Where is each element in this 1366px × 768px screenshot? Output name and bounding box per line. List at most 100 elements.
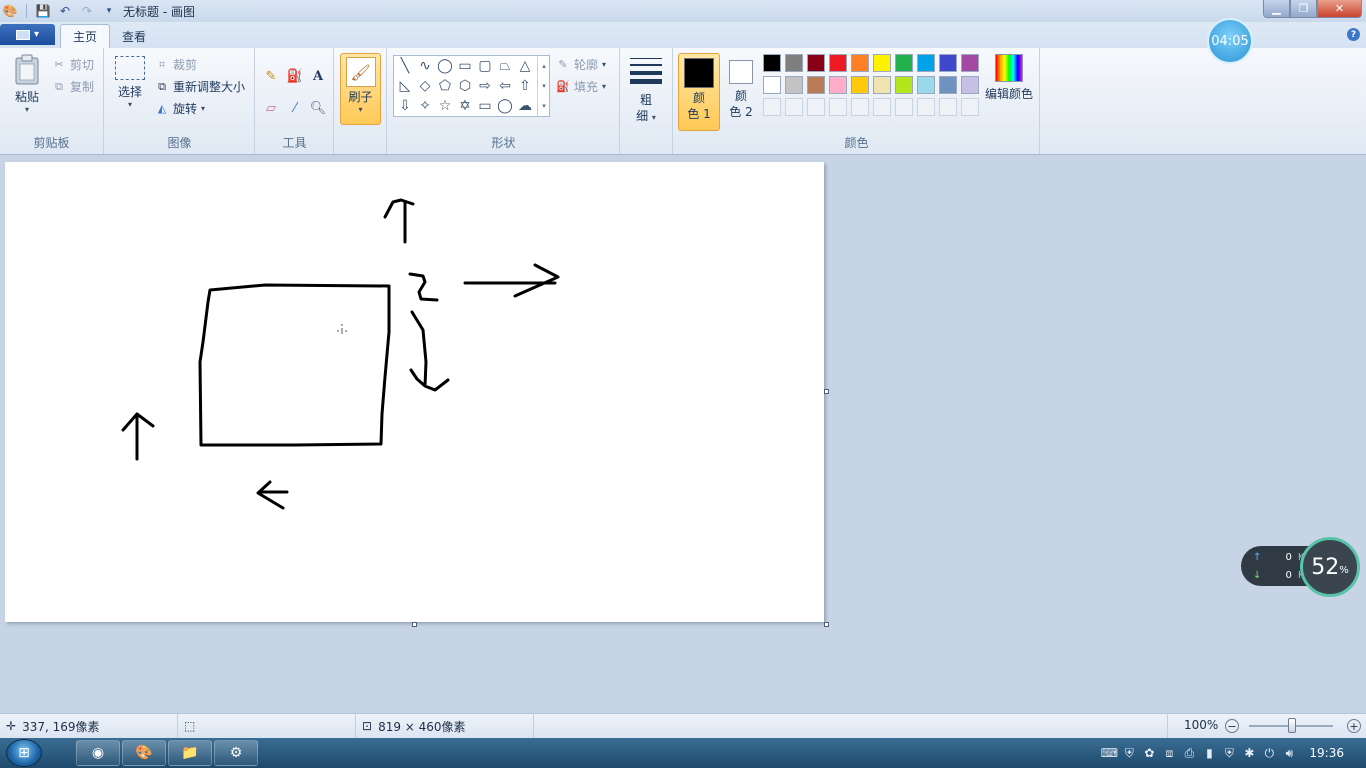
volume-icon[interactable]: 🔊︎ xyxy=(1279,743,1299,763)
tools-icon[interactable]: ✱ xyxy=(1239,743,1259,763)
keyboard-icon[interactable]: ⌨ xyxy=(1099,743,1119,763)
curve-shape-icon[interactable]: ∿ xyxy=(416,57,434,75)
custom-color-slot[interactable] xyxy=(829,98,847,116)
cloud-callout-shape-icon[interactable]: ☁ xyxy=(516,97,534,115)
explorer-taskbar-button[interactable]: 📁 xyxy=(168,740,212,766)
paint-menu-button[interactable]: ▾ xyxy=(0,24,55,45)
timer-widget[interactable]: 04:05 xyxy=(1207,18,1253,64)
outline-button[interactable]: ✎ 轮廓 ▾ xyxy=(556,56,606,73)
resize-handle-bottom[interactable] xyxy=(412,622,417,627)
paste-button[interactable]: 粘贴 ▾ xyxy=(8,54,46,114)
save-icon[interactable]: 💾 xyxy=(35,3,51,19)
color-swatch[interactable] xyxy=(829,76,847,94)
color2-button[interactable]: 颜 色 2 xyxy=(724,53,758,131)
hexagon-shape-icon[interactable]: ⬡ xyxy=(456,77,474,95)
five-point-star-shape-icon[interactable]: ☆ xyxy=(436,97,454,115)
rotate-button[interactable]: ◭ 旋转 ▾ xyxy=(155,100,205,117)
zoom-out-icon[interactable]: − xyxy=(1225,719,1239,733)
six-point-star-shape-icon[interactable]: ✡ xyxy=(456,97,474,115)
up-arrow-shape-icon[interactable]: ⇧ xyxy=(516,77,534,95)
zoom-in-icon[interactable]: + xyxy=(1347,719,1361,733)
brushes-button[interactable]: 🖌︎ 刷子 ▾ xyxy=(340,53,381,125)
custom-color-slot[interactable] xyxy=(785,98,803,116)
usage-gauge[interactable]: 52% xyxy=(1300,537,1360,597)
cut-button[interactable]: ✂ 剪切 xyxy=(52,56,94,73)
color-swatch[interactable] xyxy=(763,54,781,72)
color-swatch[interactable] xyxy=(851,76,869,94)
color-swatch[interactable] xyxy=(939,54,957,72)
rect-callout-shape-icon[interactable]: ▭ xyxy=(476,97,494,115)
color-swatch[interactable] xyxy=(807,54,825,72)
power-icon[interactable]: ⏻ xyxy=(1259,743,1279,763)
color-swatch[interactable] xyxy=(961,54,979,72)
app-taskbar-button[interactable]: ⚙ xyxy=(214,740,258,766)
rectangle-shape-icon[interactable]: ▭ xyxy=(456,57,474,75)
color-swatch[interactable] xyxy=(807,76,825,94)
minimize-button[interactable]: ▁ xyxy=(1263,0,1290,18)
text-icon[interactable]: A xyxy=(308,66,328,86)
undo-icon[interactable]: ↶ xyxy=(57,3,73,19)
color-swatch[interactable] xyxy=(917,54,935,72)
custom-color-slot[interactable] xyxy=(917,98,935,116)
drawing-canvas[interactable] xyxy=(5,162,824,622)
select-button[interactable]: 选择 ▾ xyxy=(113,56,147,109)
left-arrow-shape-icon[interactable]: ⇦ xyxy=(496,77,514,95)
signal-icon[interactable]: ▮ xyxy=(1199,743,1219,763)
down-arrow-shape-icon[interactable]: ⇩ xyxy=(396,97,414,115)
color-swatch[interactable] xyxy=(895,76,913,94)
color1-button[interactable]: 颜 色 1 xyxy=(678,53,720,131)
printer-icon[interactable]: ⎙ xyxy=(1179,743,1199,763)
right-arrow-shape-icon[interactable]: ⇨ xyxy=(476,77,494,95)
edit-colors-button[interactable]: 编辑颜色 xyxy=(984,54,1034,102)
shapes-scroll[interactable]: ▴ ▾ ▾ xyxy=(537,56,550,116)
flower-icon[interactable]: ✿ xyxy=(1139,743,1159,763)
custom-color-slot[interactable] xyxy=(873,98,891,116)
line-shape-icon[interactable]: ╲ xyxy=(396,57,414,75)
color-swatch[interactable] xyxy=(895,54,913,72)
color-swatch[interactable] xyxy=(917,76,935,94)
diamond-shape-icon[interactable]: ◇ xyxy=(416,77,434,95)
resize-handle-corner[interactable] xyxy=(824,622,829,627)
four-point-star-shape-icon[interactable]: ✧ xyxy=(416,97,434,115)
pentagon-shape-icon[interactable]: ⬠ xyxy=(436,77,454,95)
triangle-shape-icon[interactable]: △ xyxy=(516,57,534,75)
close-button[interactable]: ✕ xyxy=(1317,0,1362,18)
color-swatch[interactable] xyxy=(785,54,803,72)
network-device-icon[interactable]: ⧈ xyxy=(1159,743,1179,763)
oval-callout-shape-icon[interactable]: ◯ xyxy=(496,97,514,115)
custom-color-slot[interactable] xyxy=(895,98,913,116)
security-icon[interactable]: ⛨ xyxy=(1219,743,1239,763)
custom-color-slot[interactable] xyxy=(851,98,869,116)
color-swatch[interactable] xyxy=(785,76,803,94)
custom-color-slot[interactable] xyxy=(763,98,781,116)
oval-shape-icon[interactable]: ◯ xyxy=(436,57,454,75)
color-swatch[interactable] xyxy=(851,54,869,72)
zoom-slider-thumb[interactable] xyxy=(1288,718,1296,733)
redo-icon[interactable]: ↷ xyxy=(79,3,95,19)
color-swatch[interactable] xyxy=(873,54,891,72)
chrome-taskbar-button[interactable]: ◉ xyxy=(76,740,120,766)
tab-home[interactable]: 主页 xyxy=(60,24,111,48)
fill-bucket-icon[interactable]: ⛽ xyxy=(285,66,305,86)
color-swatch[interactable] xyxy=(763,76,781,94)
copy-button[interactable]: ⧉ 复制 xyxy=(52,78,94,95)
rounded-rectangle-shape-icon[interactable]: ▢ xyxy=(476,57,494,75)
paint-app-icon[interactable]: 🎨 xyxy=(2,3,18,19)
tab-view[interactable]: 查看 xyxy=(110,24,158,48)
fill-button[interactable]: ⛽ 填充 ▾ xyxy=(556,78,606,95)
clock[interactable]: 19:36 xyxy=(1309,746,1344,760)
customize-qat-icon[interactable]: ▾ xyxy=(101,3,117,19)
paint-taskbar-button[interactable]: 🎨 xyxy=(122,740,166,766)
help-icon[interactable]: ? xyxy=(1347,28,1360,41)
color-swatch[interactable] xyxy=(873,76,891,94)
custom-color-slot[interactable] xyxy=(961,98,979,116)
color-swatch[interactable] xyxy=(961,76,979,94)
eraser-icon[interactable]: ▱ xyxy=(261,98,281,118)
color-swatch[interactable] xyxy=(939,76,957,94)
size-button[interactable]: 粗 细 ▾ xyxy=(627,54,665,126)
color-picker-icon[interactable]: ⁄ xyxy=(285,98,305,118)
start-button[interactable]: ⊞ xyxy=(6,739,42,767)
custom-color-slot[interactable] xyxy=(939,98,957,116)
magnifier-icon[interactable]: 🔍︎ xyxy=(308,98,328,118)
resize-button[interactable]: ⧉ 重新调整大小 xyxy=(155,78,245,95)
